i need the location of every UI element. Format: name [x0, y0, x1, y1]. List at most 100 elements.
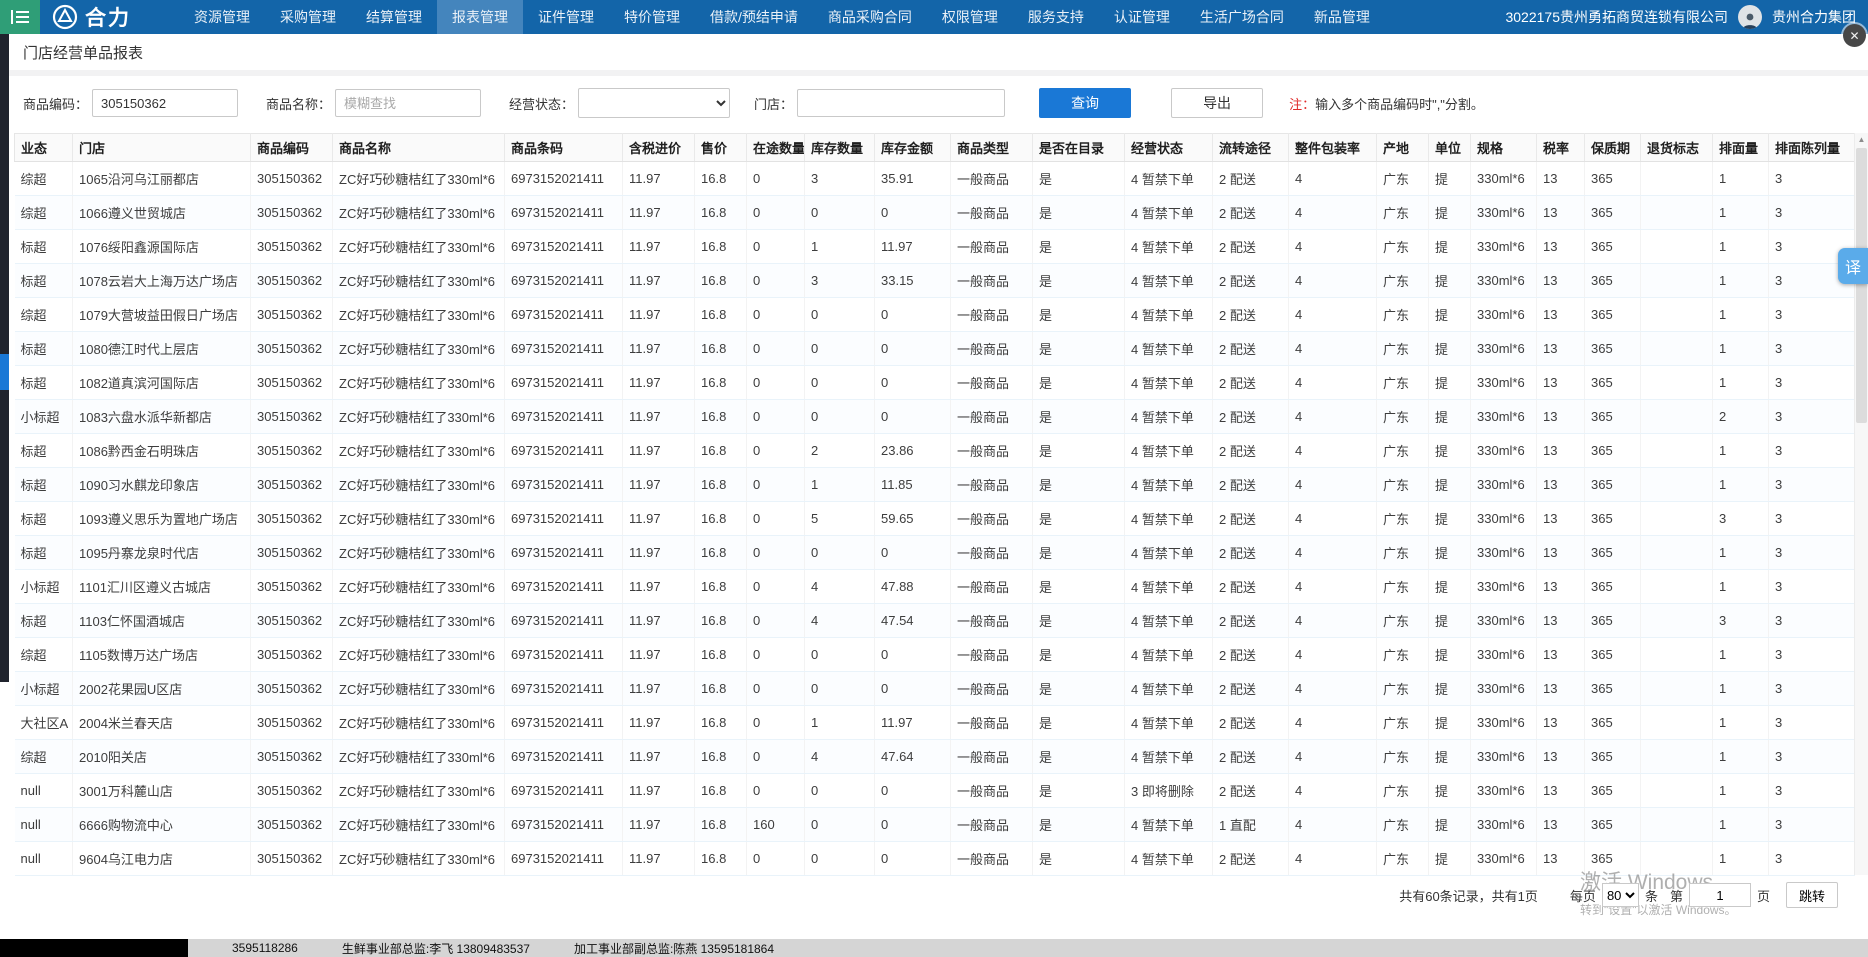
table-cell: 2: [804, 433, 875, 468]
user-group-name[interactable]: 贵州合力集团: [1772, 7, 1856, 27]
table-cell: 365: [1584, 365, 1641, 400]
table-cell: 11.97: [622, 569, 695, 604]
table-row[interactable]: 标超 1082道真滨河国际店 305150362 ZC好巧砂糖桔红了330ml*6 69…: [14, 365, 1855, 400]
table-row[interactable]: 大社区A 2004米兰春天店 305150362 ZC好巧砂糖桔红了330ml*6 69…: [14, 705, 1855, 740]
table-row[interactable]: 综超 1066遵义世贸城店 305150362 ZC好巧砂糖桔红了330ml*6 697…: [14, 195, 1855, 230]
table-cell: 0: [874, 365, 951, 400]
table-row[interactable]: 综超 2010阳关店 305150362 ZC好巧砂糖桔红了330ml*6 697315…: [14, 739, 1855, 774]
table-cell: 一般商品: [950, 603, 1033, 638]
table-cell: 2 配送: [1212, 229, 1289, 264]
table-cell: 4 暂禁下单: [1124, 365, 1213, 400]
table-cell: 0: [874, 331, 951, 366]
search-button[interactable]: 查询: [1039, 88, 1132, 118]
table-row[interactable]: 标超 1093遵义思乐为置地广场店 305150362 ZC好巧砂糖桔红了330ml*…: [14, 501, 1855, 536]
nav-item[interactable]: 借款/预结申请: [695, 0, 813, 34]
table-row[interactable]: 标超 1090习水麒龙印象店 305150362 ZC好巧砂糖桔红了330ml*6 69…: [14, 467, 1855, 502]
table-cell: 305150362: [250, 263, 333, 298]
table-cell: ZC好巧砂糖桔红了330ml*6: [332, 569, 505, 604]
table-cell: [1640, 433, 1713, 468]
table-cell: 4 暂禁下单: [1124, 501, 1213, 536]
table-cell: 330ml*6: [1470, 263, 1537, 298]
table-row[interactable]: 综超 1065沿河乌江丽都店 305150362 ZC好巧砂糖桔红了330ml*6 69…: [14, 161, 1855, 196]
close-button[interactable]: ✕: [1843, 24, 1866, 47]
table-cell: 4 暂禁下单: [1124, 467, 1213, 502]
table-cell: 3: [1768, 467, 1855, 502]
table-scrollbar[interactable]: ▲: [1854, 133, 1868, 875]
table-row[interactable]: 小标超 1101汇川区遵义古城店 305150362 ZC好巧砂糖桔红了330ml*6…: [14, 569, 1855, 604]
table-cell: 13: [1536, 467, 1585, 502]
page-number-input[interactable]: [1688, 883, 1751, 907]
nav-item[interactable]: 新品管理: [1299, 0, 1385, 34]
table-cell: 47.88: [874, 569, 951, 604]
store-input[interactable]: [797, 89, 1006, 117]
table-cell: 4: [1288, 297, 1377, 332]
table-cell: 一般商品: [950, 161, 1033, 196]
menu-toggle-button[interactable]: [0, 0, 40, 34]
table-row[interactable]: 综超 1105数博万达广场店 305150362 ZC好巧砂糖桔红了330ml*6 69…: [14, 637, 1855, 672]
table-row[interactable]: 小标超 2002花果园U区店 305150362 ZC好巧砂糖桔红了330ml*6 69…: [14, 671, 1855, 706]
column-header: 单位: [1428, 133, 1471, 162]
table-row[interactable]: 标超 1078云岩大上海万达广场店 305150362 ZC好巧砂糖桔红了330ml*…: [14, 263, 1855, 298]
nav-item[interactable]: 报表管理: [437, 0, 523, 34]
user-avatar[interactable]: [1738, 5, 1762, 29]
table-cell: 2: [1712, 399, 1769, 434]
table-row[interactable]: 小标超 1083六盘水派华新都店 305150362 ZC好巧砂糖桔红了330ml*6…: [14, 399, 1855, 434]
jump-button[interactable]: 跳转: [1785, 882, 1838, 908]
nav-item[interactable]: 结算管理: [351, 0, 437, 34]
table-cell: 160: [746, 807, 805, 842]
table-cell: 3001万科麓山店: [72, 773, 251, 808]
table-row[interactable]: null 3001万科麓山店 305150362 ZC好巧砂糖桔红了330ml*6 69…: [14, 773, 1855, 808]
table-cell: 16.8: [694, 739, 747, 774]
nav-item[interactable]: 认证管理: [1099, 0, 1185, 34]
product-code-input[interactable]: [92, 89, 239, 117]
nav-item[interactable]: 商品采购合同: [813, 0, 927, 34]
table-cell: 1082道真滨河国际店: [72, 365, 251, 400]
table-cell: 1: [1712, 365, 1769, 400]
table-row[interactable]: 标超 1086黔西金石明珠店 305150362 ZC好巧砂糖桔红了330ml*6 69…: [14, 433, 1855, 468]
table-cell: 6973152021411: [504, 671, 623, 706]
table-cell: 1: [1712, 569, 1769, 604]
table-row[interactable]: 标超 1076绥阳鑫源国际店 305150362 ZC好巧砂糖桔红了330ml*6 69…: [14, 229, 1855, 264]
table-cell: 是: [1032, 807, 1125, 842]
table-row[interactable]: 标超 1095丹寨龙泉时代店 305150362 ZC好巧砂糖桔红了330ml*6 69…: [14, 535, 1855, 570]
nav-item[interactable]: 特价管理: [609, 0, 695, 34]
table-cell: ZC好巧砂糖桔红了330ml*6: [332, 195, 505, 230]
table-cell: 提: [1428, 161, 1471, 196]
product-name-input[interactable]: [335, 89, 482, 117]
nav-item[interactable]: 采购管理: [265, 0, 351, 34]
table-cell: 标超: [14, 467, 73, 502]
translate-button[interactable]: 译: [1838, 248, 1868, 284]
table-cell: ZC好巧砂糖桔红了330ml*6: [332, 603, 505, 638]
nav-item[interactable]: 资源管理: [179, 0, 265, 34]
nav-item[interactable]: 权限管理: [927, 0, 1013, 34]
per-page-select[interactable]: 80: [1601, 883, 1639, 907]
table-row[interactable]: 综超 1079大营坡益田假日广场店 305150362 ZC好巧砂糖桔红了330ml*…: [14, 297, 1855, 332]
table-cell: 4: [1288, 263, 1377, 298]
table-cell: 3: [1768, 195, 1855, 230]
table-cell: 1: [1712, 841, 1769, 876]
table-row[interactable]: null 9604乌江电力店 305150362 ZC好巧砂糖桔红了330ml*6 69…: [14, 841, 1855, 876]
table-cell: 6973152021411: [504, 297, 623, 332]
column-header: 门店: [72, 133, 251, 162]
table-cell: ZC好巧砂糖桔红了330ml*6: [332, 365, 505, 400]
nav-item[interactable]: 证件管理: [523, 0, 609, 34]
nav-item[interactable]: 生活广场合同: [1185, 0, 1299, 34]
table-cell: 是: [1032, 739, 1125, 774]
scrollbar-thumb[interactable]: [1856, 148, 1867, 423]
nav-item[interactable]: 服务支持: [1013, 0, 1099, 34]
table-row[interactable]: 标超 1080德江时代上层店 305150362 ZC好巧砂糖桔红了330ml*6 69…: [14, 331, 1855, 366]
column-header: 含税进价: [622, 133, 695, 162]
status-select[interactable]: [578, 88, 731, 118]
footer-phone: 3595118286: [232, 941, 298, 955]
table-row[interactable]: null 6666购物流中心 305150362 ZC好巧砂糖桔红了330ml*6 69…: [14, 807, 1855, 842]
table-cell: [1640, 161, 1713, 196]
export-button[interactable]: 导出: [1171, 88, 1264, 118]
scroll-up-icon[interactable]: ▲: [1855, 133, 1868, 147]
filter-bar: 商品编码： 商品名称： 经营状态： 门店： 查询 导出 注：输入多个商品编码时"…: [9, 76, 1868, 130]
sidebar-active-indicator[interactable]: [0, 354, 9, 390]
table-cell: 标超: [14, 433, 73, 468]
table-cell: 提: [1428, 603, 1471, 638]
collapsed-sidebar[interactable]: [0, 34, 9, 682]
table-cell: 2 配送: [1212, 331, 1289, 366]
table-row[interactable]: 标超 1103仁怀国酒城店 305150362 ZC好巧砂糖桔红了330ml*6 697…: [14, 603, 1855, 638]
